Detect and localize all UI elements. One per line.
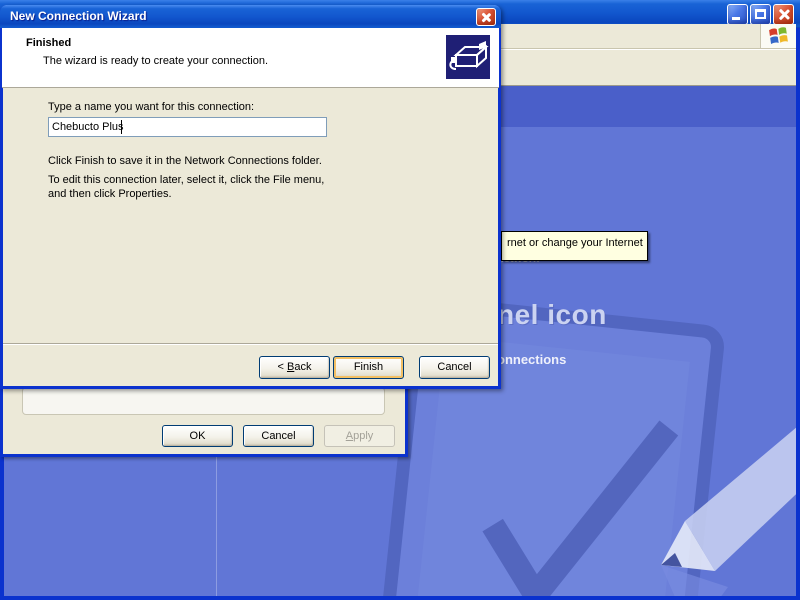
- wizard-titlebar: New Connection Wizard: [0, 5, 501, 28]
- cancel-button[interactable]: Cancel: [243, 425, 314, 447]
- new-connection-wizard-dialog: New Connection Wizard Finished The wizar…: [0, 5, 501, 389]
- wizard-close-button[interactable]: [476, 8, 496, 26]
- windows-logo-badge: [760, 24, 796, 48]
- apply-button-label: pply: [353, 430, 373, 442]
- connection-name-input[interactable]: [48, 117, 327, 137]
- text-caret: [121, 120, 122, 134]
- wizard-cancel-button[interactable]: Cancel: [419, 356, 490, 379]
- connection-wizard-icon: [446, 35, 490, 79]
- apply-button[interactable]: Apply: [324, 425, 395, 447]
- wizard-header: Finished The wizard is ready to create y…: [2, 28, 499, 88]
- button-separator: [3, 343, 498, 345]
- ok-button-label: OK: [190, 430, 206, 442]
- back-button-prefix: <: [278, 361, 287, 373]
- edit-hint-text-line1: To edit this connection later, select it…: [48, 174, 324, 186]
- page-title-fragment: nel icon: [497, 299, 607, 331]
- wizard-step-title: Finished: [26, 37, 71, 49]
- windows-logo-icon: [768, 26, 789, 47]
- wizard-cancel-button-label: Cancel: [437, 361, 471, 373]
- minimize-button[interactable]: [727, 4, 748, 25]
- cancel-button-label: Cancel: [261, 430, 295, 442]
- finish-hint-text: Click Finish to save it in the Network C…: [48, 155, 322, 167]
- ok-button[interactable]: OK: [162, 425, 233, 447]
- back-button-label: ack: [294, 361, 311, 373]
- maximize-icon: [755, 9, 766, 19]
- connections-link-fragment[interactable]: onnections: [497, 352, 566, 367]
- tooltip-text: rnet or change your Internet: [507, 237, 643, 249]
- finish-button[interactable]: Finish: [333, 356, 404, 379]
- connection-name-label: Type a name you want for this connection…: [48, 101, 254, 113]
- properties-dialog: OK Cancel Apply: [0, 383, 408, 457]
- finish-button-label: Finish: [354, 361, 383, 373]
- group-box: [22, 387, 385, 415]
- edit-hint-text-line2: and then click Properties.: [48, 188, 172, 200]
- panel-divider: [216, 457, 217, 596]
- wizard-step-subtitle: The wizard is ready to create your conne…: [43, 55, 268, 67]
- apply-button-accel: A: [346, 430, 353, 442]
- close-button[interactable]: [773, 4, 794, 25]
- wizard-title: New Connection Wizard: [10, 9, 147, 23]
- back-button[interactable]: < Back: [259, 356, 330, 379]
- tooltip: rnet or change your Internet: [501, 231, 648, 261]
- minimize-icon: [732, 17, 740, 20]
- maximize-button[interactable]: [750, 4, 771, 25]
